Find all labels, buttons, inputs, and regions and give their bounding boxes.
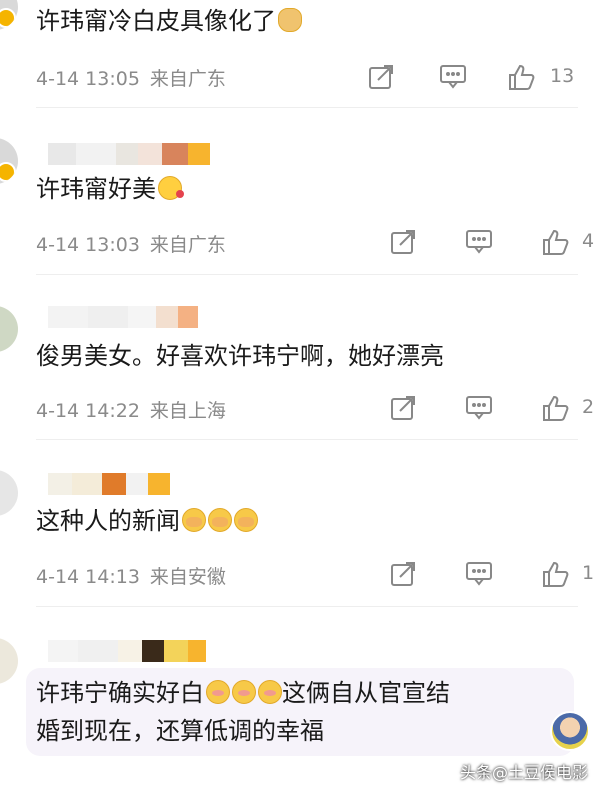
comment-text: 这种人的新闻 xyxy=(36,504,258,538)
like-button[interactable] xyxy=(540,559,570,589)
comment-item-1: 许玮甯冷白皮具像化了 4-14 13:05 来自广东 13 xyxy=(0,0,600,108)
comment-actions: 1 xyxy=(360,559,600,589)
comment-icon[interactable] xyxy=(464,227,494,257)
comment-item-4: 这种人的新闻 4-14 14:13 来自安徽 1 xyxy=(0,440,600,608)
cover-mouth-emoji-icon xyxy=(234,508,258,532)
avatar[interactable] xyxy=(0,470,18,516)
share-icon[interactable] xyxy=(388,559,418,589)
share-icon[interactable] xyxy=(388,227,418,257)
avatar[interactable] xyxy=(0,306,18,352)
thumbs-up-icon xyxy=(543,561,569,587)
like-count: 4 xyxy=(582,230,595,252)
watermark-avatar xyxy=(550,711,590,751)
username-blurred[interactable] xyxy=(48,306,198,328)
comment-actions: 4 xyxy=(360,227,600,257)
comment-text: 俊男美女。好喜欢许玮宁啊，她好漂亮 xyxy=(36,342,444,370)
comment-time: 4-14 13:05 xyxy=(36,68,140,90)
comment-actions: 13 xyxy=(360,62,600,92)
like-count: 13 xyxy=(550,65,575,87)
comment-text: 许玮甯冷白皮具像化了 xyxy=(36,4,302,38)
thumbs-up-icon xyxy=(509,64,535,90)
comment-item-2: 许玮甯好美 4-14 13:03 来自广东 4 xyxy=(0,108,600,276)
comment-meta: 4-14 13:03 来自广东 xyxy=(36,230,226,257)
comment-time: 4-14 13:03 xyxy=(36,234,140,256)
thumbs-up-icon xyxy=(543,395,569,421)
username-blurred[interactable] xyxy=(48,473,170,495)
comment-item-5: 许玮宁确实好白 这俩自从官宣结 婚到现在，还算低调的幸福 头条@土豆侯电影 xyxy=(0,608,600,789)
shy-emoji-icon xyxy=(258,680,282,704)
verified-badge-icon xyxy=(0,162,16,182)
comment-location: 来自广东 xyxy=(149,234,226,256)
comment-meta: 4-14 14:22 来自上海 xyxy=(36,396,226,423)
avatar[interactable] xyxy=(0,0,18,30)
like-button[interactable] xyxy=(540,393,570,423)
cover-mouth-emoji-icon xyxy=(208,508,232,532)
comment-location: 来自安徽 xyxy=(149,566,226,588)
cover-mouth-emoji-icon xyxy=(182,508,206,532)
like-button[interactable] xyxy=(540,227,570,257)
like-count: 2 xyxy=(582,396,595,418)
comment-text: 许玮甯好美 xyxy=(36,172,184,206)
divider xyxy=(36,606,578,607)
comment-icon[interactable] xyxy=(464,393,494,423)
username-blurred[interactable] xyxy=(48,143,210,165)
like-count: 1 xyxy=(582,562,595,584)
thumbs-up-icon xyxy=(543,229,569,255)
avatar[interactable] xyxy=(0,138,18,184)
avatar[interactable] xyxy=(0,638,18,684)
comment-text: 许玮宁确实好白 这俩自从官宣结 婚到现在，还算低调的幸福 xyxy=(36,679,450,745)
kiss-emoji-icon xyxy=(158,176,184,200)
comment-time: 4-14 14:13 xyxy=(36,566,140,588)
comment-actions: 2 xyxy=(360,393,600,423)
doge-emoji-icon xyxy=(278,8,302,32)
comment-meta: 4-14 14:13 来自安徽 xyxy=(36,562,226,589)
divider xyxy=(36,274,578,275)
comment-icon[interactable] xyxy=(464,559,494,589)
comment-item-3: 俊男美女。好喜欢许玮宁啊，她好漂亮 4-14 14:22 来自上海 2 xyxy=(0,276,600,440)
like-button[interactable] xyxy=(506,62,536,92)
share-icon[interactable] xyxy=(388,393,418,423)
comment-time: 4-14 14:22 xyxy=(36,400,140,422)
comment-icon[interactable] xyxy=(438,62,468,92)
watermark-text: 头条@土豆侯电影 xyxy=(459,763,588,782)
comment-meta: 4-14 13:05 来自广东 xyxy=(36,64,226,91)
verified-badge-icon xyxy=(0,8,16,28)
comment-location: 来自上海 xyxy=(149,400,226,422)
comment-location: 来自广东 xyxy=(149,68,226,90)
shy-emoji-icon xyxy=(232,680,256,704)
share-icon[interactable] xyxy=(366,62,396,92)
username-blurred[interactable] xyxy=(48,640,206,662)
shy-emoji-icon xyxy=(206,680,230,704)
